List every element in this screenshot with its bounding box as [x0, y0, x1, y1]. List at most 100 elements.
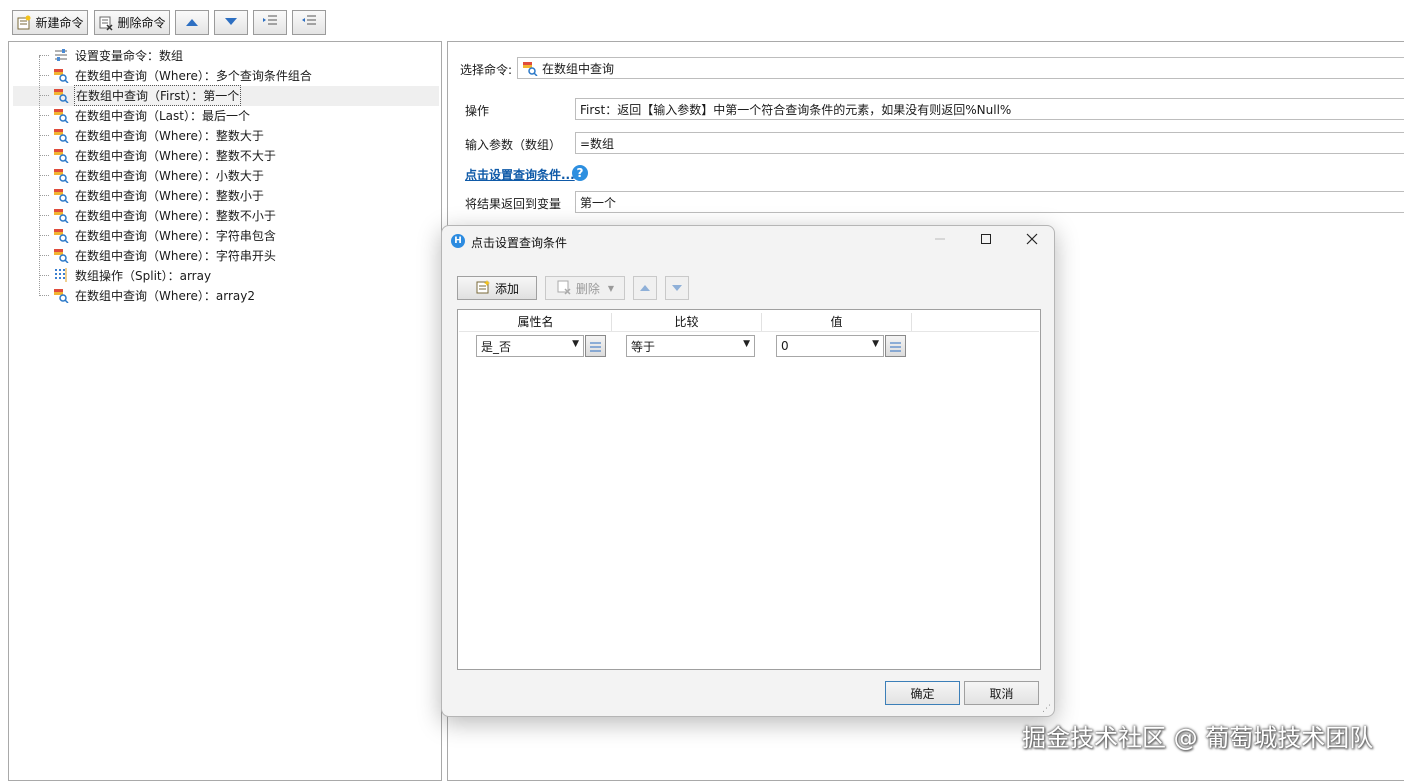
close-button[interactable]	[1012, 229, 1052, 253]
tree-connector	[39, 194, 49, 196]
tree-connector	[39, 274, 49, 276]
outdent-icon	[301, 14, 317, 31]
add-condition-button[interactable]: 添加	[457, 276, 537, 300]
tree-item[interactable]: 在数组中查询（Where）：整数不小于	[39, 205, 277, 225]
operation-label: 操作	[465, 104, 490, 118]
arrow-up-icon	[185, 16, 199, 30]
delete-command-label: 删除命令	[117, 16, 166, 30]
ok-button[interactable]: 确定	[885, 681, 960, 705]
tree-item-label: 在数组中查询（Where）：整数大于	[75, 128, 264, 143]
tree-item-label: 在数组中查询（Last）：最后一个	[75, 108, 250, 123]
column-header-value: 值	[762, 313, 912, 331]
array-split-icon	[53, 267, 69, 283]
command-tree[interactable]: 设置变量命令：数组在数组中查询（Where）：多个查询条件组合 在数组中查询（Fi…	[8, 41, 442, 781]
chevron-down-icon: ▼	[872, 339, 879, 349]
tree-item-label: 设置变量命令：数组	[75, 48, 184, 63]
header-divider	[459, 331, 1039, 332]
cancel-button[interactable]: 取消	[964, 681, 1039, 705]
tree-item-label: 在数组中查询（Where）：整数小于	[75, 188, 264, 203]
array-query-icon	[53, 167, 69, 184]
resize-grip-icon[interactable]: ⋰	[1042, 704, 1051, 714]
app-logo-icon: H	[451, 234, 465, 248]
tree-connector	[39, 254, 49, 256]
select-command-field[interactable]: 在数组中查询	[517, 57, 1404, 79]
compare-select[interactable]: 等于 ▼	[626, 335, 755, 357]
array-query-icon	[53, 127, 69, 144]
minimize-icon	[934, 233, 946, 249]
tree-item[interactable]: 在数组中查询（Where）：整数不大于	[39, 145, 277, 165]
property-select[interactable]: 是_否 ▼	[476, 335, 584, 357]
tree-item[interactable]: 数组操作（Split）：array	[39, 265, 212, 285]
close-icon	[1026, 233, 1038, 249]
minimize-button[interactable]	[920, 229, 960, 253]
tree-item-label: 在数组中查询（Where）：字符串开头	[75, 248, 276, 263]
tree-item[interactable]: 在数组中查询（Where）：字符串包含	[39, 225, 277, 245]
maximize-button[interactable]	[966, 229, 1006, 253]
array-query-icon	[53, 207, 69, 224]
result-variable-label: 将结果返回到变量	[465, 197, 562, 211]
arrow-down-icon	[224, 16, 238, 30]
tree-item[interactable]: 在数组中查询（Where）：整数大于	[39, 125, 265, 145]
variable-setter-icon	[53, 47, 69, 63]
chevron-down-icon: ▼	[572, 339, 579, 349]
array-query-icon	[53, 187, 69, 204]
tree-connector	[39, 294, 49, 296]
condition-down-button[interactable]	[665, 276, 689, 300]
tree-item-label: 在数组中查询（Where）：整数不小于	[75, 208, 276, 223]
array-query-icon	[53, 107, 69, 124]
watermark: 掘金技术社区 @ 葡萄城技术团队	[1022, 724, 1374, 752]
value-options-button[interactable]	[885, 335, 906, 357]
tree-connector	[39, 154, 49, 156]
outdent-button[interactable]	[292, 10, 326, 35]
tree-item[interactable]: 在数组中查询（Where）：多个查询条件组合	[39, 65, 313, 85]
tree-connector	[39, 174, 49, 176]
compare-select-value: 等于	[631, 339, 656, 354]
new-command-label: 新建命令	[35, 16, 84, 30]
array-query-icon	[53, 147, 69, 164]
array-query-icon	[53, 67, 69, 84]
delete-label: 删除	[575, 281, 600, 296]
help-icon[interactable]: ?	[572, 165, 588, 181]
property-options-button[interactable]	[585, 335, 606, 357]
input-param-label: 输入参数（数组）	[465, 138, 562, 152]
tree-item[interactable]: 在数组中查询（Last）：最后一个	[39, 105, 251, 125]
chevron-down-icon: ▼	[743, 339, 750, 349]
array-query-icon	[53, 87, 69, 104]
tree-item[interactable]: 在数组中查询（Where）：小数大于	[39, 165, 265, 185]
tree-item[interactable]: 在数组中查询（Where）：array2	[39, 285, 256, 305]
column-header-property: 属性名	[460, 313, 612, 331]
set-condition-link[interactable]: 点击设置查询条件...	[465, 166, 575, 183]
input-param-value: =数组	[580, 136, 615, 151]
array-query-icon	[53, 247, 69, 264]
result-variable-field[interactable]: 第一个	[575, 191, 1404, 213]
tree-item[interactable]: 在数组中查询（Where）：字符串开头	[39, 245, 277, 265]
tree-item-label: 数组操作（Split）：array	[75, 268, 212, 283]
dialog-title: 点击设置查询条件	[471, 236, 568, 250]
move-up-button[interactable]	[175, 10, 209, 35]
delete-command-button[interactable]: 删除命令	[94, 10, 170, 35]
value-select[interactable]: 0 ▼	[776, 335, 884, 357]
tree-item-label: 在数组中查询（Where）：字符串包含	[75, 228, 276, 243]
arrow-up-icon	[639, 281, 651, 295]
value-select-value: 0	[781, 339, 789, 353]
input-param-field[interactable]: =数组	[575, 132, 1404, 154]
tree-connector	[39, 74, 49, 76]
add-icon	[475, 279, 491, 298]
property-select-value: 是_否	[481, 339, 512, 354]
indent-button[interactable]	[253, 10, 287, 35]
select-command-label: 选择命令:	[460, 63, 513, 77]
tree-item[interactable]: 在数组中查询（Where）：整数小于	[39, 185, 265, 205]
condition-up-button[interactable]	[633, 276, 657, 300]
operation-value: First：返回【输入参数】中第一个符合查询条件的元素，如果没有则返回%Null…	[580, 102, 1012, 117]
top-toolbar: 新建命令 删除命令	[0, 0, 1404, 42]
array-query-icon	[53, 287, 69, 304]
delete-condition-button[interactable]: 删除 ▼	[545, 276, 625, 300]
tree-item-label: 在数组中查询（Where）：小数大于	[75, 168, 264, 183]
tree-connector	[39, 54, 49, 56]
tree-item[interactable]: 在数组中查询（First）：第一个	[39, 84, 242, 106]
move-down-button[interactable]	[214, 10, 248, 35]
tree-item[interactable]: 设置变量命令：数组	[39, 45, 184, 65]
arrow-down-icon	[671, 281, 683, 295]
tree-connector	[39, 214, 49, 216]
new-command-button[interactable]: 新建命令	[12, 10, 88, 35]
